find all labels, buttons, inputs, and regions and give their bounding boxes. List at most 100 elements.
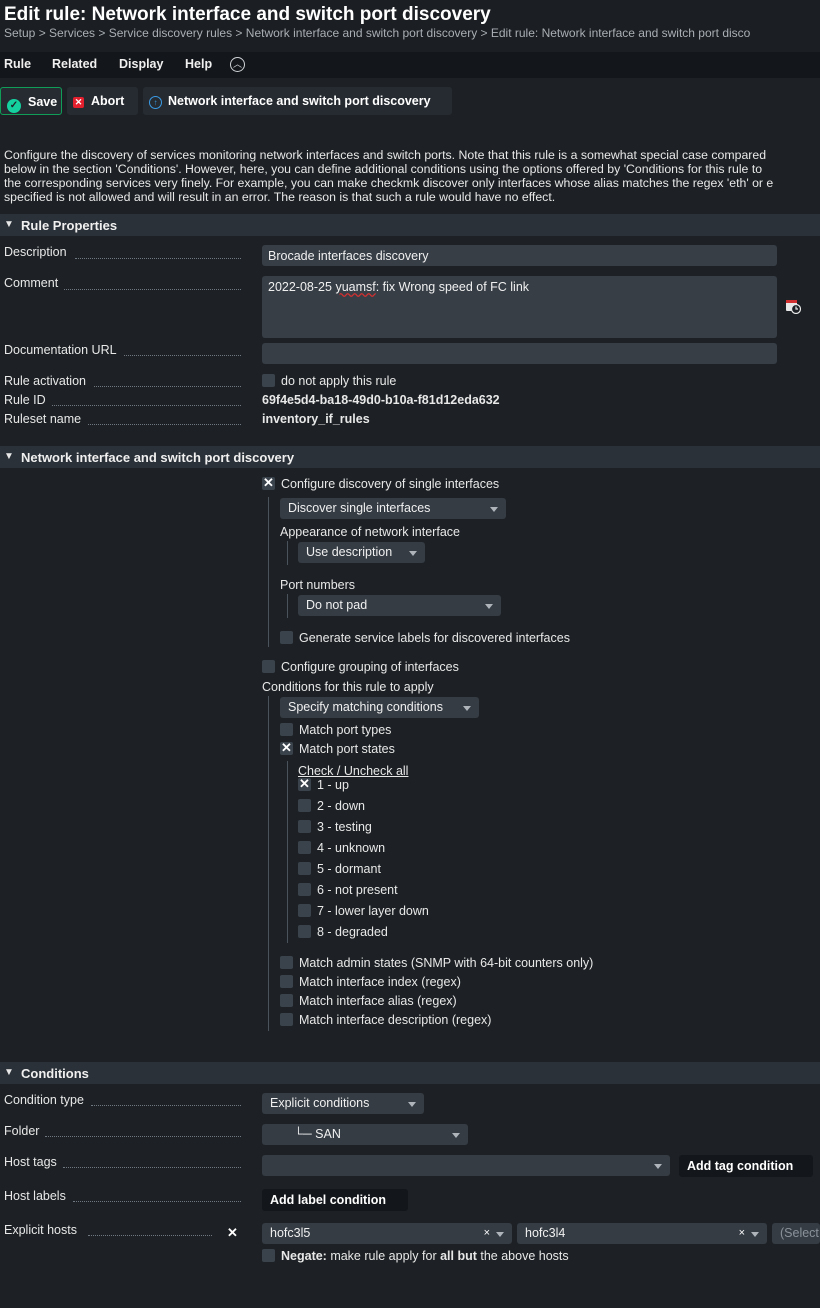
- dotted-leader: [73, 1201, 241, 1202]
- conditions-apply-label: Conditions for this rule to apply: [262, 680, 434, 694]
- add-tag-condition-button[interactable]: Add tag condition: [679, 1155, 813, 1177]
- port-state-checkbox[interactable]: [298, 776, 311, 792]
- chevron-down-icon: [409, 551, 417, 556]
- ruleset-name-value: inventory_if_rules: [262, 412, 370, 426]
- negate-bold: Negate:: [281, 1249, 327, 1263]
- menu-display[interactable]: Display: [119, 57, 163, 71]
- host-placeholder: (Select: [780, 1226, 819, 1240]
- port-state-checkbox[interactable]: [298, 904, 311, 917]
- check-uncheck-all-link[interactable]: Check / Uncheck all: [298, 764, 408, 778]
- host-tags-select[interactable]: [262, 1155, 670, 1176]
- ruleset-link-label: Network interface and switch port discov…: [168, 94, 431, 108]
- port-state-checkbox[interactable]: [298, 820, 311, 833]
- match-alias-checkbox[interactable]: [280, 994, 293, 1007]
- collapse-triangle-icon: ▼: [4, 451, 14, 462]
- condition-type-select[interactable]: Explicit conditions: [262, 1093, 424, 1114]
- help-line: the corresponding services very finely. …: [4, 176, 774, 190]
- abort-label: Abort: [91, 94, 125, 108]
- grouping-checkbox[interactable]: [262, 660, 275, 673]
- dotted-leader: [88, 424, 241, 425]
- host-select-2[interactable]: hofc3l4 ×: [517, 1223, 767, 1244]
- save-button[interactable]: ✓ Save: [0, 87, 62, 115]
- remove-condition-icon[interactable]: ✕: [226, 1226, 239, 1239]
- check-icon: ✓: [7, 99, 21, 113]
- match-admin-label: Match admin states (SNMP with 64-bit cou…: [299, 956, 594, 970]
- menu-rule[interactable]: Rule: [4, 57, 31, 71]
- match-admin-checkbox[interactable]: [280, 956, 293, 969]
- folder-value: └─ SAN: [294, 1127, 341, 1141]
- gen-labels-checkbox[interactable]: [280, 631, 293, 644]
- section-conditions[interactable]: ▼ Conditions: [0, 1062, 820, 1084]
- port-state-label: 5 - dormant: [317, 862, 381, 876]
- appearance-select[interactable]: Use description: [298, 542, 425, 563]
- help-line: Configure the discovery of services moni…: [4, 148, 767, 162]
- single-interfaces-checkbox[interactable]: [262, 475, 275, 491]
- disable-rule-label: do not apply this rule: [281, 374, 397, 388]
- port-numbers-select[interactable]: Do not pad: [298, 595, 501, 616]
- disable-rule-checkbox[interactable]: [262, 374, 275, 387]
- gen-labels-label: Generate service labels for discovered i…: [299, 631, 570, 645]
- dotted-leader: [124, 355, 241, 356]
- breadcrumb[interactable]: Setup > Services > Service discovery rul…: [4, 26, 750, 40]
- discover-mode-select[interactable]: Discover single interfaces: [280, 498, 506, 519]
- rule-id-value: 69f4e5d4-ba18-49d0-b10a-f81d12eda632: [262, 393, 500, 407]
- insert-date-icon[interactable]: [785, 298, 801, 314]
- match-description-checkbox[interactable]: [280, 1013, 293, 1026]
- folder-select[interactable]: └─ SAN: [262, 1124, 468, 1145]
- host-select-1[interactable]: hofc3l5 ×: [262, 1223, 512, 1244]
- description-input[interactable]: Brocade interfaces discovery: [262, 245, 777, 266]
- port-numbers-label: Port numbers: [280, 578, 356, 592]
- port-numbers-value: Do not pad: [306, 598, 368, 612]
- explicit-hosts-label: Explicit hosts: [4, 1223, 77, 1237]
- add-label-condition-button[interactable]: Add label condition: [262, 1189, 408, 1211]
- match-description-label: Match interface description (regex): [299, 1013, 492, 1027]
- port-state-checkbox[interactable]: [298, 862, 311, 875]
- ruleset-name-label: Ruleset name: [4, 412, 82, 426]
- comment-date: 2022-08-25: [268, 280, 332, 294]
- match-port-states-checkbox[interactable]: [280, 740, 293, 756]
- port-state-checkbox[interactable]: [298, 799, 311, 812]
- chevron-down-icon: [751, 1232, 759, 1237]
- chevron-down-icon: [452, 1133, 460, 1138]
- indent-line: [287, 594, 288, 618]
- folder-label: Folder: [4, 1124, 40, 1138]
- section-rule-properties[interactable]: ▼ Rule Properties: [0, 214, 820, 236]
- menu-help[interactable]: Help: [185, 57, 212, 71]
- collapse-menu-icon[interactable]: ︿: [230, 57, 245, 72]
- port-state-checkbox[interactable]: [298, 925, 311, 938]
- host-labels-label: Host labels: [4, 1189, 66, 1203]
- dotted-leader: [88, 1235, 212, 1236]
- collapse-triangle-icon: ▼: [4, 219, 14, 230]
- host-select-empty[interactable]: (Select: [772, 1223, 820, 1244]
- negate-text: make rule apply for: [326, 1249, 441, 1263]
- abort-button[interactable]: ✕ Abort: [67, 87, 138, 115]
- port-state-label: 7 - lower layer down: [317, 904, 429, 918]
- indent-line: [287, 541, 288, 565]
- port-state-label: 8 - degraded: [317, 925, 388, 939]
- close-icon: ✕: [73, 97, 84, 108]
- menu-related[interactable]: Related: [52, 57, 97, 71]
- section-interface-discovery[interactable]: ▼ Network interface and switch port disc…: [0, 446, 820, 468]
- rule-id-label: Rule ID: [4, 393, 46, 407]
- match-port-types-checkbox[interactable]: [280, 723, 293, 736]
- dotted-leader: [94, 386, 241, 387]
- dotted-leader: [52, 405, 241, 406]
- ruleset-link-button[interactable]: ↑ Network interface and switch port disco…: [143, 87, 452, 115]
- doc-url-input[interactable]: [262, 343, 777, 364]
- chevron-down-icon: [490, 507, 498, 512]
- match-index-checkbox[interactable]: [280, 975, 293, 988]
- port-state-checkbox[interactable]: [298, 883, 311, 896]
- negate-bold-2: all but: [440, 1249, 477, 1263]
- comment-textarea[interactable]: 2022-08-25 yuamsf: fix Wrong speed of FC…: [262, 276, 777, 338]
- chevron-down-icon: [654, 1164, 662, 1169]
- clear-icon[interactable]: ×: [484, 1223, 490, 1244]
- clear-icon[interactable]: ×: [739, 1223, 745, 1244]
- single-interfaces-label: Configure discovery of single interfaces: [281, 477, 500, 491]
- port-state-checkbox[interactable]: [298, 841, 311, 854]
- conditions-select[interactable]: Specify matching conditions: [280, 697, 479, 718]
- chevron-down-icon: [408, 1102, 416, 1107]
- negate-checkbox[interactable]: [262, 1249, 275, 1262]
- appearance-label: Appearance of network interface: [280, 525, 460, 539]
- discover-mode-value: Discover single interfaces: [288, 501, 431, 515]
- chevron-down-icon: [485, 604, 493, 609]
